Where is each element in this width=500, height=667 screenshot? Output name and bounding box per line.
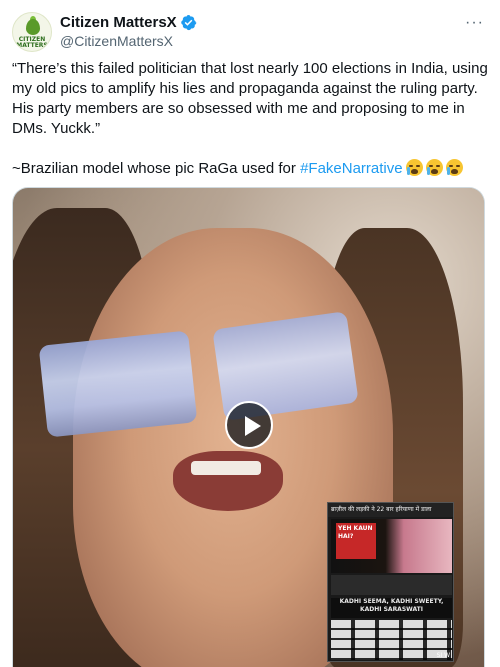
tweet-attribution: ~Brazilian model whose pic RaGa used for — [12, 160, 301, 177]
inset-document-grid — [331, 620, 452, 660]
video-teeth — [191, 461, 261, 475]
sunglasses-left-lens — [38, 330, 198, 438]
loudly-crying-face-icon — [425, 159, 443, 176]
loudly-crying-face-icon — [405, 159, 423, 176]
loudly-crying-face-icon — [445, 159, 463, 176]
inset-news-clip: ब्राज़ील की लड़की ने 22 बार हरियाणा में … — [327, 502, 454, 662]
display-name[interactable]: Citizen MattersX — [60, 14, 177, 31]
tweet-text: “There’s this failed politician that los… — [12, 59, 488, 179]
inset-screen-text: YEH KAUN HAI? — [336, 523, 376, 559]
video-player[interactable]: ब्राज़ील की लड़की ने 22 बार हरियाणा में … — [12, 187, 485, 667]
verified-badge-icon — [180, 15, 197, 31]
avatar-logo-text: CITIZEN MATTERS — [16, 36, 48, 49]
avatar[interactable]: CITIZEN MATTERS — [12, 12, 52, 52]
video-mouth — [173, 451, 283, 511]
more-options-icon[interactable]: ··· — [465, 14, 484, 32]
inset-header-text: ब्राज़ील की लड़की ने 22 बार हरियाणा में … — [331, 506, 432, 513]
hashtag-link[interactable]: #FakeNarrative — [300, 160, 403, 177]
author-handle[interactable]: @CitizenMattersX — [60, 33, 173, 49]
tweet-quote: “There’s this failed politician that los… — [12, 60, 492, 137]
inset-banner-line2: KADHI SARASWATI — [359, 606, 424, 613]
tweet-header: CITIZEN MATTERS Citizen MattersX @Citize… — [12, 12, 488, 52]
inset-stage — [331, 575, 452, 595]
author-name-row: Citizen MattersX — [60, 13, 197, 32]
inset-banner: KADHI SEEMA, KADHI SWEETY, KADHI SARASWA… — [331, 598, 452, 618]
play-icon[interactable] — [225, 401, 273, 449]
inset-corner-text: SI W — [436, 652, 450, 659]
inset-banner-line1: KADHI SEEMA, KADHI SWEETY, — [339, 598, 444, 605]
avatar-plant-icon — [26, 19, 40, 35]
